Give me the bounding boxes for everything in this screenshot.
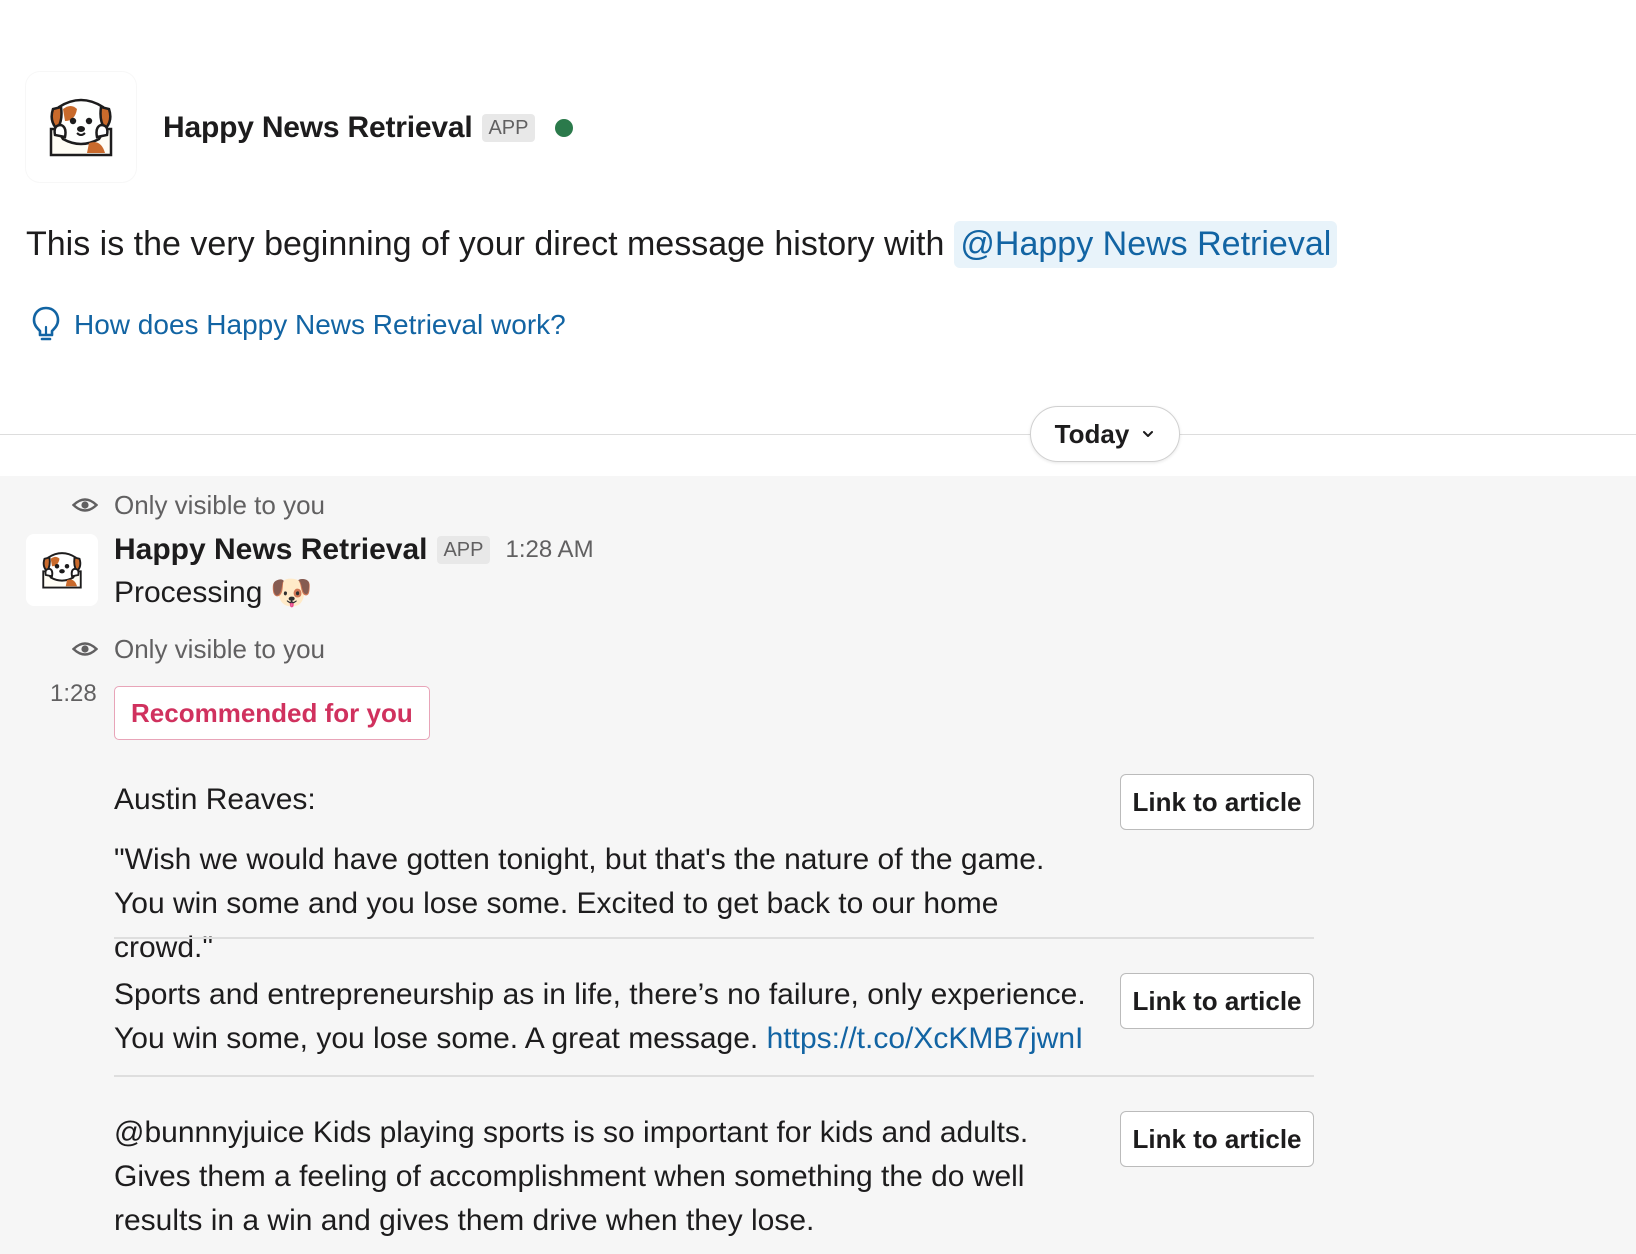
app-avatar[interactable] xyxy=(26,72,136,182)
app-name[interactable]: Happy News Retrieval xyxy=(163,111,473,145)
link-to-article-button[interactable]: Link to article xyxy=(1120,973,1314,1029)
visibility-notice: Only visible to you xyxy=(72,488,325,522)
puppy-icon xyxy=(49,98,113,157)
message-timestamp[interactable]: 1:28 AM xyxy=(506,536,594,564)
link-to-article-button[interactable]: Link to article xyxy=(1120,1111,1314,1167)
recommended-label: Recommended for you xyxy=(131,697,413,728)
button-label: Link to article xyxy=(1132,1123,1302,1154)
date-divider-button[interactable]: Today xyxy=(1030,406,1180,462)
presence-dot-icon xyxy=(554,119,573,137)
article-heading: Austin Reaves: xyxy=(114,783,316,816)
article-text: Austin Reaves: "Wish we would have gotte… xyxy=(114,778,1094,970)
dog-emoji: 🐶 xyxy=(270,574,313,612)
eye-icon xyxy=(72,498,98,512)
app-mention[interactable]: @Happy News Retrieval xyxy=(954,220,1338,268)
recommended-header: Recommended for you xyxy=(114,686,430,740)
article-divider xyxy=(114,1075,1314,1077)
message-body: Processing 🐶 xyxy=(114,572,313,614)
message-app-badge: APP xyxy=(437,536,490,564)
intro-text: This is the very beginning of your direc… xyxy=(26,224,945,263)
message-text: Processing xyxy=(114,576,263,609)
button-label: Link to article xyxy=(1132,786,1302,817)
article-text: Sports and entrepreneurship as in life, … xyxy=(114,973,1094,1061)
app-badge: APP xyxy=(482,114,535,142)
eye-icon xyxy=(72,642,98,656)
link-to-article-button[interactable]: Link to article xyxy=(1120,774,1314,830)
visibility-label: Only visible to you xyxy=(114,489,325,520)
chevron-down-icon xyxy=(1143,431,1154,437)
app-header: Happy News Retrieval APP xyxy=(163,108,573,148)
date-divider-line xyxy=(0,434,1636,435)
article-quote: "Wish we would have gotten tonight, but … xyxy=(114,843,1045,964)
date-label: Today xyxy=(1054,418,1130,449)
article-text: @bunnnyjuice Kids playing sports is so i… xyxy=(114,1111,1094,1243)
visibility-label: Only visible to you xyxy=(114,633,325,664)
lightbulb-icon xyxy=(32,306,60,341)
visibility-notice: Only visible to you xyxy=(72,632,325,666)
intro-line: This is the very beginning of your direc… xyxy=(26,216,1338,272)
article-body: @bunnnyjuice Kids playing sports is so i… xyxy=(114,1116,1029,1237)
help-link-label: How does Happy News Retrieval work? xyxy=(74,309,566,340)
message-header: Happy News Retrieval APP 1:28 AM xyxy=(114,530,594,570)
article-url-link[interactable]: https://t.co/XcKMB7jwnI xyxy=(767,1022,1084,1055)
message-sender[interactable]: Happy News Retrieval xyxy=(114,533,427,567)
article-divider xyxy=(114,937,1314,939)
message-timestamp-short[interactable]: 1:28 xyxy=(50,680,97,708)
message-avatar[interactable] xyxy=(26,534,98,606)
puppy-icon xyxy=(42,552,82,589)
button-label: Link to article xyxy=(1132,985,1302,1016)
help-link[interactable]: How does Happy News Retrieval work? xyxy=(30,302,566,348)
